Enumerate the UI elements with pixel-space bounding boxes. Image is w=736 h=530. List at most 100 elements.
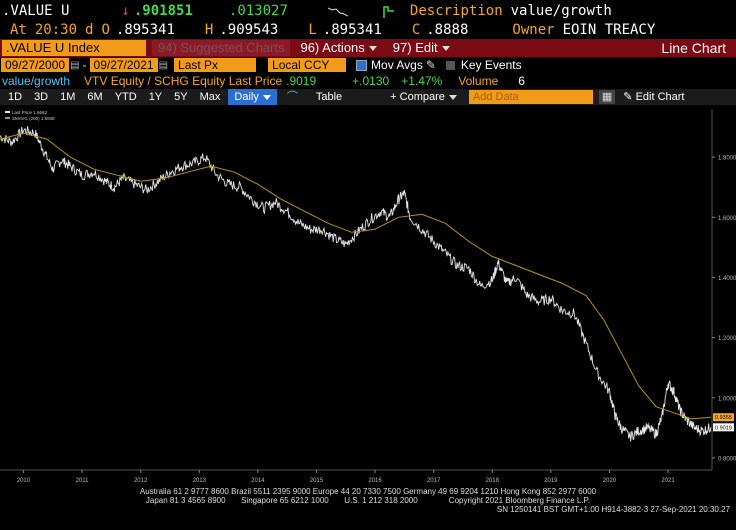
edit-chart-button[interactable]: ✎ Edit Chart [617,89,690,105]
close-label: C [411,22,421,38]
pencil-icon: ✎ [623,91,636,103]
menu-bar: .VALUE U Index 94) Suggested Charts 96) … [0,39,736,57]
add-data-input[interactable]: Add Data [468,90,593,104]
legend-change: +.0130 [352,74,390,88]
compare-label: + Compare [390,91,445,103]
range-bar: 09/27/2000 ▤ - 09/27/2021 ▤ Last Px Loca… [0,57,736,73]
last-price: .901851 [133,2,193,19]
low-label: L [308,22,317,38]
owner-label: Owner [512,22,555,38]
sparkline-icon [327,5,349,17]
net-change: .013027 [228,2,288,19]
volume-value: 6 [518,74,525,88]
footer: Australia 61 2 9777 8600 Brazil 5511 239… [0,487,736,530]
table-button[interactable]: Table [310,89,348,105]
x-tick-label: 2021 [661,478,675,484]
at-label: At [10,22,27,38]
chart-area[interactable]: 0.8000 1.0000 1.2000 1.4000 1.6000 1.8000 2010… [0,105,736,488]
x-tick-label: 2018 [486,478,500,484]
pencil-icon[interactable]: ✎ [426,58,436,72]
legend-price: .9019 [286,74,317,88]
volume-label: Volume [458,74,499,88]
series-name: value/growth [2,74,71,88]
x-tick-label: 2019 [544,478,558,484]
y-tick-label: 1.2000 [718,336,736,342]
y-tick-label: 1.8000 [718,156,736,162]
line-style-icon[interactable]: ⌒ [281,89,304,105]
y-tick-label: 1.0000 [718,396,736,402]
legend-pct: +1.47% [401,74,443,88]
key-events-checkbox[interactable] [445,60,455,70]
owner-value: EOIN TREACY [562,22,656,38]
calendar-icon[interactable]: ▤ [159,60,168,71]
calendar-icon[interactable]: ▤ [70,60,79,71]
y-tick-label: 0.8000 [718,456,736,462]
open-label: O [101,22,110,38]
field-select[interactable]: Last Px [174,58,257,72]
mov-avgs-label: Mov Avgs [371,58,423,72]
ticker: .VALUE U [2,2,70,19]
legend-swatch [5,117,10,119]
x-tick-label: 2012 [134,478,148,484]
period-ytd[interactable]: YTD [109,89,143,105]
edit-menu[interactable]: 97) Edit [387,40,456,56]
quote-line-2: At 20:30 d O .895341 H .909543 L .895341… [0,21,736,39]
security-field[interactable]: .VALUE U Index [2,40,146,56]
range-dash: - [82,58,87,72]
d-label: d [85,22,94,38]
edit-chart-label: Edit Chart [635,91,685,103]
high-label: H [204,22,214,38]
open-value: .895341 [115,22,175,38]
line-chart[interactable]: 0.8000 1.0000 1.2000 1.4000 1.6000 1.8000 2010… [0,105,736,488]
frequency-label: Daily [234,91,259,103]
chart-type-label: Line Chart [661,40,726,56]
x-tick-label: 2017 [427,478,441,484]
suggested-charts-button[interactable]: 94) Suggested Charts [152,40,291,56]
y-tick-label: 1.6000 [718,216,736,222]
period-1y[interactable]: 1Y [143,89,168,105]
x-tick-label: 2016 [368,478,382,484]
footer-line-1: Australia 61 2 9777 8600 Brazil 5511 239… [139,487,597,496]
period-6m[interactable]: 6M [81,89,108,105]
series-formula: VTV Equity / SCHG Equity Last Price [84,74,283,88]
last-price-tag-label: 0.9019 [715,425,732,431]
key-events-label: Key Events [460,58,522,72]
sma-series-line [0,132,711,420]
x-tick-label: 2011 [76,478,90,484]
start-date-input[interactable]: 09/27/2000 [1,58,70,72]
currency-select[interactable]: Local CCY [268,58,347,72]
down-arrow-icon: ↓ [121,2,130,19]
legend-entry: SMAVG (200) 1.5938 [12,116,55,121]
x-tick-label: 2015 [310,478,324,484]
y-tick-label: 1.4000 [718,276,736,282]
period-max[interactable]: Max [194,89,227,105]
description-label: Description [409,2,503,19]
mov-avgs-checkbox[interactable] [356,59,368,71]
lookup-icon[interactable]: ▦ [598,90,616,104]
high-value: .909543 [219,22,279,38]
quote-time: 20:30 [34,22,78,38]
footer-line-2: Japan 81 3 4565 8900 Singapore 65 6212 1… [145,496,591,505]
legend-entry: Last Price 1.6662 [12,110,48,115]
chevron-down-icon [368,46,377,52]
edit-label: 97) Edit [392,40,438,55]
security-legend: value/growth VTV Equity / SCHG Equity La… [0,73,736,89]
compare-menu[interactable]: + Compare [384,89,463,105]
x-tick-label: 2013 [193,478,207,484]
period-5y[interactable]: 5Y [168,89,193,105]
actions-menu[interactable]: 96) Actions [294,40,382,56]
sma-price-tag-label: 0.9355 [715,415,732,421]
chevron-down-icon [441,46,450,52]
end-date-input[interactable]: 09/27/2021 [89,58,158,72]
x-tick-label: 2014 [251,478,265,484]
close-value: .8888 [426,22,469,38]
bloomberg-marker-icon [382,5,396,18]
period-1m[interactable]: 1M [54,89,81,105]
frequency-select[interactable]: Daily [228,89,277,105]
period-1d[interactable]: 1D [2,89,28,105]
description-value: value/growth [510,2,612,19]
chart-inner-legend: Last Price 1.6662SMAVG (200) 1.5938 [5,110,55,121]
price-series-line [0,125,712,442]
period-3d[interactable]: 3D [28,89,54,105]
actions-label: 96) Actions [300,40,365,55]
